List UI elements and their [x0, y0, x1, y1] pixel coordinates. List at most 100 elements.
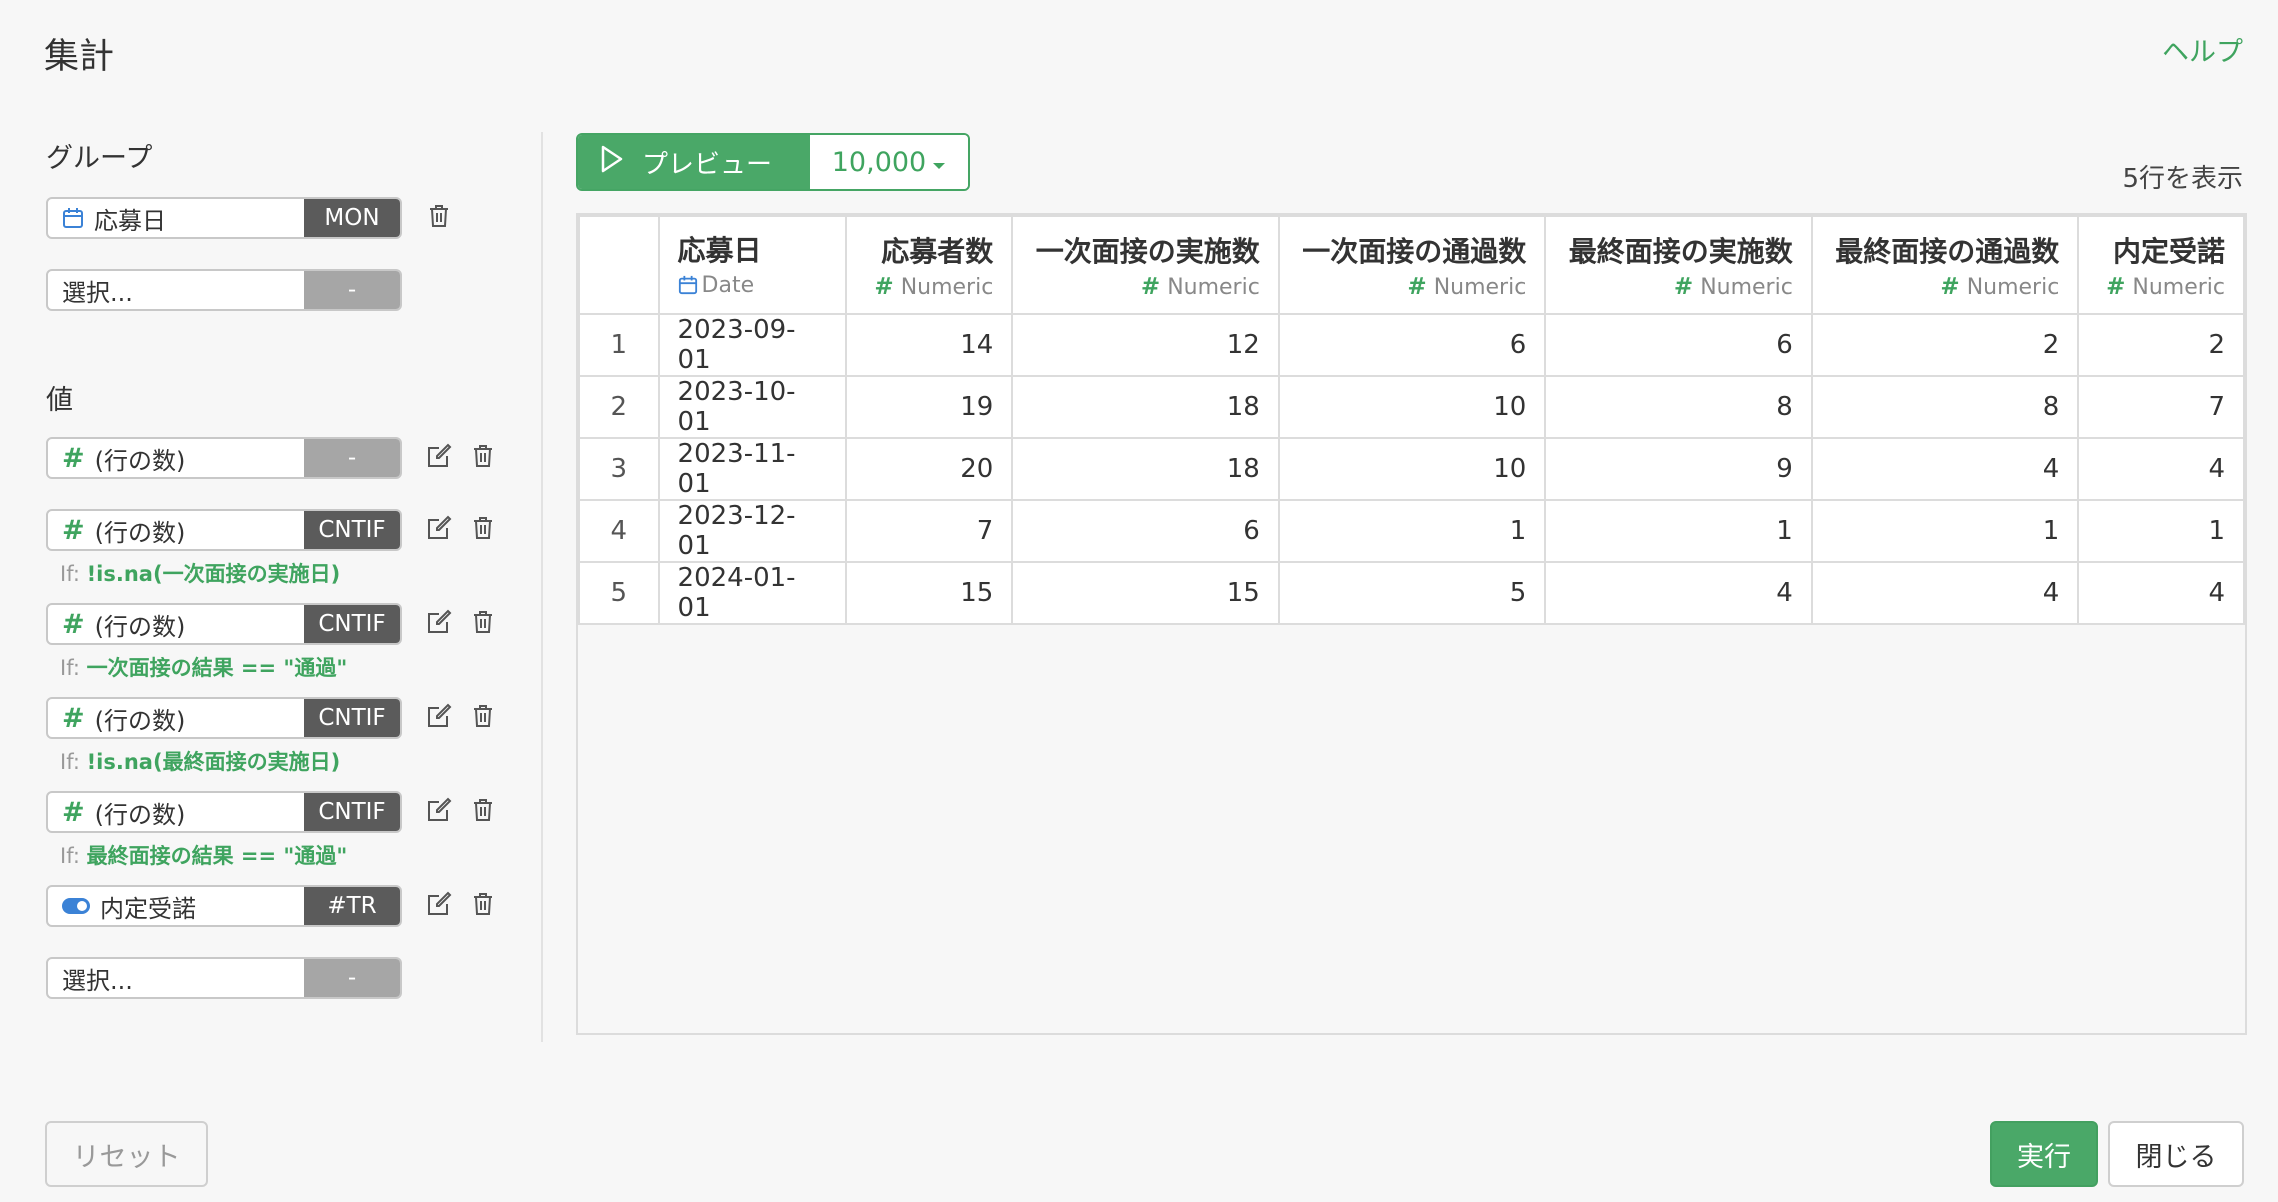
group-field-date[interactable]: 応募日 MON [46, 197, 402, 239]
table-cell: 10 [1277, 375, 1547, 439]
value-field-row-count[interactable]: # (行の数) - [46, 437, 402, 479]
column-header[interactable]: 最終面接の通過数 # Numeric [1810, 215, 2080, 315]
trash-icon[interactable] [467, 794, 499, 826]
panel-divider [541, 132, 543, 1042]
trash-icon[interactable] [467, 888, 499, 920]
value-field-cntif-2[interactable]: # (行の数) CNTIF [46, 603, 402, 645]
row-limit-value: 10,000 [831, 146, 927, 178]
group-select-placeholder[interactable]: 選択... - [46, 269, 402, 311]
value-field-name: (行の数) [94, 800, 186, 829]
edit-icon[interactable] [423, 512, 455, 544]
table-cell: 4 [1810, 561, 2080, 625]
value-field-name: (行の数) [94, 706, 186, 735]
condition-text: If: 最終面接の結果 == "通過" [60, 844, 348, 868]
row-index: 1 [578, 313, 660, 377]
column-header[interactable]: 内定受諾 # Numeric [2077, 215, 2245, 315]
value-function-select[interactable]: #TR [304, 887, 400, 925]
value-field-cntif-1[interactable]: # (行の数) CNTIF [46, 509, 402, 551]
trash-icon[interactable] [467, 700, 499, 732]
column-header[interactable]: 一次面接の実施数 # Numeric [1011, 215, 1280, 315]
edit-icon[interactable] [423, 700, 455, 732]
trash-icon[interactable] [467, 440, 499, 472]
value-function-empty[interactable]: - [304, 959, 400, 997]
value-function-select[interactable]: - [304, 439, 400, 477]
edit-icon[interactable] [423, 888, 455, 920]
table-cell: 2 [1810, 313, 2080, 377]
column-type: # Numeric [1673, 274, 1793, 300]
table-cell: 4 [1544, 561, 1813, 625]
table-cell: 12 [1011, 313, 1280, 377]
column-name: 応募者数 [881, 235, 994, 268]
column-type: Date [678, 273, 827, 301]
trash-icon[interactable] [467, 606, 499, 638]
hash-icon: # [1940, 274, 1960, 300]
table-cell: 9 [1544, 437, 1813, 501]
hash-icon: # [1407, 274, 1427, 300]
close-button[interactable]: 閉じる [2108, 1121, 2244, 1187]
value-function-select[interactable]: CNTIF [304, 793, 400, 831]
column-name: 一次面接の通過数 [1302, 235, 1527, 268]
column-name: 最終面接の実施数 [1568, 235, 1793, 268]
hash-icon: # [2106, 274, 2126, 300]
table-cell: 6 [1277, 313, 1547, 377]
value-field-naitei[interactable]: 内定受諾 #TR [46, 885, 402, 927]
column-header[interactable]: 応募日 Date [657, 215, 847, 315]
column-header[interactable]: 一次面接の通過数 # Numeric [1277, 215, 1547, 315]
table-cell: 4 [2077, 437, 2245, 501]
column-type: # Numeric [874, 274, 994, 300]
calendar-icon [678, 275, 698, 301]
value-field-name: 内定受諾 [100, 894, 196, 923]
table-cell: 20 [844, 437, 1014, 501]
help-link[interactable]: ヘルプ [2162, 30, 2243, 69]
trash-icon[interactable] [467, 512, 499, 544]
value-field-name: (行の数) [94, 446, 186, 475]
table-cell: 2023-11-01 [657, 437, 847, 501]
row-index: 5 [578, 561, 660, 625]
edit-icon[interactable] [423, 794, 455, 826]
table-row: 4 2023-12-01 7 6 1 1 1 1 [578, 499, 2245, 563]
value-function-select[interactable]: CNTIF [304, 699, 400, 737]
table-cell: 6 [1544, 313, 1813, 377]
value-function-select[interactable]: CNTIF [304, 511, 400, 549]
column-name: 一次面接の実施数 [1035, 235, 1260, 268]
edit-icon[interactable] [423, 440, 455, 472]
hash-icon: # [62, 796, 85, 828]
column-type: # Numeric [1940, 274, 2060, 300]
value-select-placeholder[interactable]: 選択... - [46, 957, 402, 999]
column-type: # Numeric [1407, 274, 1527, 300]
column-header[interactable]: 応募者数 # Numeric [844, 215, 1014, 315]
table-cell: 2 [2077, 313, 2245, 377]
reset-button[interactable]: リセット [45, 1121, 208, 1187]
row-limit-select[interactable]: 10,000 [810, 135, 968, 189]
trash-icon[interactable] [423, 200, 455, 232]
edit-icon[interactable] [423, 606, 455, 638]
calendar-icon [62, 207, 84, 229]
table-cell: 4 [1810, 437, 2080, 501]
value-function-select[interactable]: CNTIF [304, 605, 400, 643]
value-select-label: 選択... [62, 966, 133, 995]
table-cell: 2023-12-01 [657, 499, 847, 563]
table-cell: 1 [1810, 499, 2080, 563]
table-cell: 1 [1277, 499, 1547, 563]
value-section-label: 値 [46, 385, 73, 416]
group-function-empty[interactable]: - [304, 271, 400, 309]
table-cell: 6 [1011, 499, 1280, 563]
group-function-select[interactable]: MON [304, 199, 400, 237]
value-field-cntif-3[interactable]: # (行の数) CNTIF [46, 697, 402, 739]
table-cell: 18 [1011, 375, 1280, 439]
column-type: # Numeric [2106, 274, 2225, 300]
run-button[interactable]: 実行 [1990, 1121, 2098, 1187]
value-field-cntif-4[interactable]: # (行の数) CNTIF [46, 791, 402, 833]
table-row: 2 2023-10-01 19 18 10 8 8 7 [578, 375, 2245, 439]
hash-icon: # [62, 442, 85, 474]
column-header[interactable]: 最終面接の実施数 # Numeric [1544, 215, 1813, 315]
hash-icon: # [1673, 274, 1694, 300]
preview-table-container: 応募日 Date 応募者数 # Numeric 一次面接の実施数 # Numer… [576, 213, 2247, 1035]
caret-down-icon [932, 147, 946, 178]
toggle-icon [62, 898, 90, 914]
preview-button-label: プレビュー [642, 149, 773, 180]
table-row: 5 2024-01-01 15 15 5 4 4 4 [578, 561, 2245, 625]
table-cell: 10 [1277, 437, 1547, 501]
play-icon [600, 145, 624, 180]
preview-button[interactable]: プレビュー [578, 135, 810, 189]
